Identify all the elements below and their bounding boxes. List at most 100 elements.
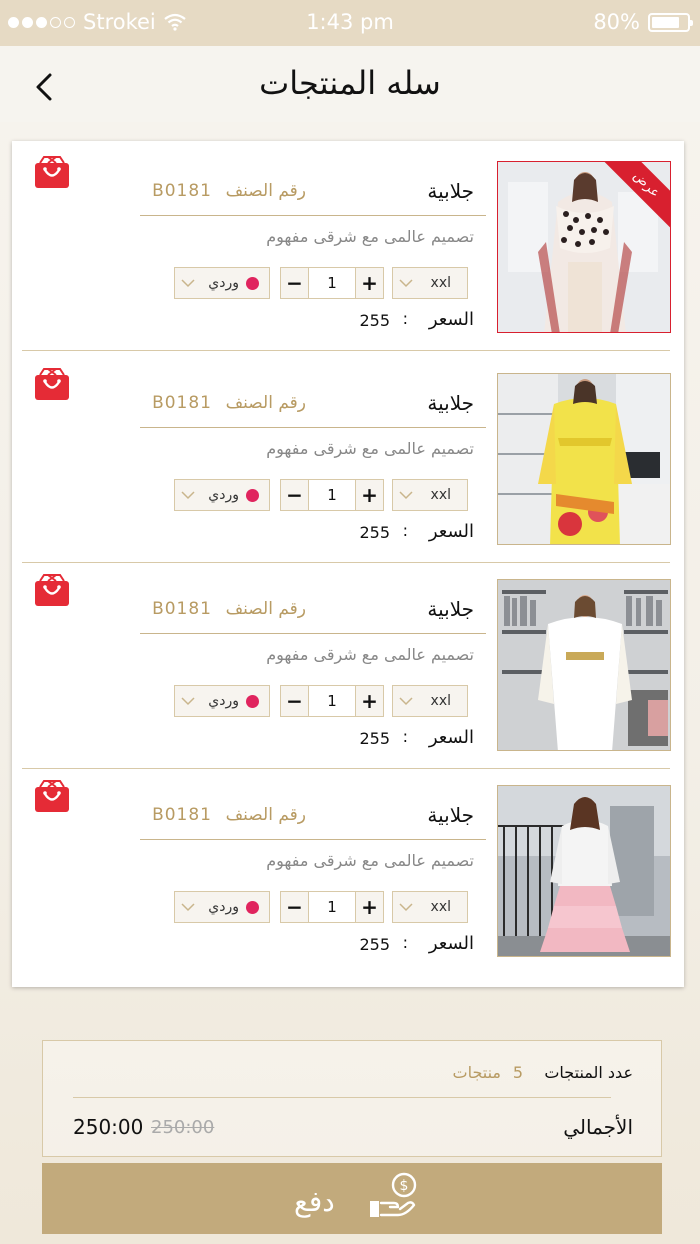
svg-text:$: $ — [400, 1178, 409, 1194]
code-label: رقم الصنف — [225, 393, 306, 413]
price-separator: : — [402, 727, 408, 746]
decrease-button[interactable]: − — [281, 268, 309, 298]
total-price: 250:00 — [73, 1115, 144, 1139]
product-name: جلابية — [427, 179, 474, 203]
product-name: جلابية — [427, 803, 474, 827]
product-description: تصميم عالمى مع شرقى مفهوم — [266, 439, 474, 458]
chevron-down-icon — [399, 491, 413, 500]
size-value: xxl — [430, 275, 451, 291]
increase-button[interactable]: + — [355, 480, 383, 510]
cart-item: جلابية رقم الصنف B0181 تصميم عالمى مع شر… — [22, 353, 671, 563]
divider — [140, 839, 486, 840]
size-value: xxl — [430, 899, 451, 915]
code-label: رقم الصنف — [225, 181, 306, 201]
item-count: 5 — [512, 1063, 523, 1082]
chevron-down-icon — [181, 697, 195, 706]
chevron-down-icon — [399, 697, 413, 706]
color-swatch — [246, 901, 259, 914]
price-label: السعر — [428, 521, 474, 542]
price-separator: : — [402, 309, 408, 328]
price-label: السعر — [428, 309, 474, 330]
decrease-button[interactable]: − — [281, 480, 309, 510]
quantity-value[interactable]: 1 — [309, 480, 355, 510]
page-title: سله المنتجات — [259, 64, 441, 102]
price-value: 255 — [359, 729, 390, 748]
remove-from-cart-icon[interactable] — [34, 779, 70, 813]
cart-item: جلابية رقم الصنف B0181 تصميم عالمى مع شر… — [22, 765, 671, 975]
product-image[interactable] — [497, 579, 671, 751]
size-select[interactable]: xxl — [392, 267, 468, 299]
code-label: رقم الصنف — [225, 805, 306, 825]
size-select[interactable]: xxl — [392, 479, 468, 511]
chevron-down-icon — [181, 491, 195, 500]
product-description: تصميم عالمى مع شرقى مفهوم — [266, 227, 474, 246]
quantity-value[interactable]: 1 — [309, 268, 355, 298]
product-name: جلابية — [427, 597, 474, 621]
price-separator: : — [402, 521, 408, 540]
color-select[interactable]: وردي — [174, 479, 270, 511]
product-name: جلابية — [427, 391, 474, 415]
cart-item: جلابية رقم الصنف B0181 تصميم عالمى مع شر… — [22, 559, 671, 769]
increase-button[interactable]: + — [355, 686, 383, 716]
color-select[interactable]: وردي — [174, 267, 270, 299]
product-image[interactable] — [497, 785, 671, 957]
item-count-label: عدد المنتجات — [544, 1063, 633, 1082]
increase-button[interactable]: + — [355, 268, 383, 298]
increase-button[interactable]: + — [355, 892, 383, 922]
pay-button[interactable]: دفع $ — [42, 1163, 662, 1234]
battery-percent: 80% — [593, 10, 640, 34]
color-select[interactable]: وردي — [174, 685, 270, 717]
divider — [73, 1097, 611, 1098]
hand-coin-icon: $ — [370, 1172, 417, 1217]
product-code: B0181 — [152, 805, 212, 825]
chevron-down-icon — [399, 279, 413, 288]
product-description: تصميم عالمى مع شرقى مفهوم — [266, 851, 474, 870]
product-description: تصميم عالمى مع شرقى مفهوم — [266, 645, 474, 664]
color-name: وردي — [208, 487, 239, 503]
code-label: رقم الصنف — [225, 599, 306, 619]
total-label: الأجمالي — [563, 1115, 633, 1139]
price-label: السعر — [428, 933, 474, 954]
size-select[interactable]: xxl — [392, 891, 468, 923]
quantity-value[interactable]: 1 — [309, 686, 355, 716]
total-original-price: 250:00 — [151, 1117, 215, 1138]
color-name: وردي — [208, 693, 239, 709]
divider — [140, 633, 486, 634]
chevron-down-icon — [181, 903, 195, 912]
quantity-stepper: − 1 + — [280, 685, 384, 717]
status-bar: Strokei 1:43 pm 80% — [0, 0, 700, 46]
battery-icon — [648, 12, 693, 32]
product-image[interactable]: عرض — [497, 161, 671, 333]
battery-group: 80% — [593, 10, 693, 34]
nav-header: سله المنتجات — [0, 46, 700, 122]
decrease-button[interactable]: − — [281, 892, 309, 922]
price-label: السعر — [428, 727, 474, 748]
remove-from-cart-icon[interactable] — [34, 155, 70, 189]
color-swatch — [246, 489, 259, 502]
size-value: xxl — [430, 693, 451, 709]
price-separator: : — [402, 933, 408, 952]
quantity-stepper: − 1 + — [280, 479, 384, 511]
color-select[interactable]: وردي — [174, 891, 270, 923]
color-name: وردي — [208, 899, 239, 915]
product-code: B0181 — [152, 599, 212, 619]
color-swatch — [246, 695, 259, 708]
chevron-down-icon — [399, 903, 413, 912]
order-summary: عدد المنتجات 5 منتجات الأجمالي 250:00 25… — [42, 1040, 662, 1157]
remove-from-cart-icon[interactable] — [34, 573, 70, 607]
divider — [140, 427, 486, 428]
item-count-unit: منتجات — [452, 1063, 502, 1082]
cart-list: عرض جلابية رقم الصنف B0181 تصميم عالمى م… — [12, 141, 684, 987]
cart-item: عرض جلابية رقم الصنف B0181 تصميم عالمى م… — [22, 141, 671, 351]
price-value: 255 — [359, 523, 390, 542]
price-value: 255 — [359, 311, 390, 330]
divider — [140, 215, 486, 216]
quantity-value[interactable]: 1 — [309, 892, 355, 922]
remove-from-cart-icon[interactable] — [34, 367, 70, 401]
decrease-button[interactable]: − — [281, 686, 309, 716]
size-select[interactable]: xxl — [392, 685, 468, 717]
product-image[interactable] — [497, 373, 671, 545]
color-name: وردي — [208, 275, 239, 291]
chevron-down-icon — [181, 279, 195, 288]
color-swatch — [246, 277, 259, 290]
